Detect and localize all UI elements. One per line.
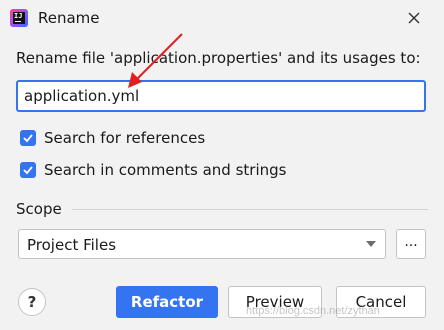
rename-prompt: Rename file 'application.properties' and…: [16, 49, 421, 67]
watermark: https://blog.csdn.net/zythan: [246, 305, 380, 317]
search-references-option[interactable]: Search for references: [20, 128, 205, 148]
intellij-idea-icon: IJ: [10, 9, 28, 27]
search-references-checkbox[interactable]: [20, 130, 36, 146]
checkmark-icon: [23, 166, 33, 175]
help-button[interactable]: ?: [18, 288, 46, 316]
close-icon[interactable]: [404, 8, 424, 28]
dialog-title: Rename: [38, 9, 100, 27]
chevron-down-icon: [366, 241, 376, 247]
search-references-label: Search for references: [44, 129, 206, 147]
rename-dialog: IJ Rename Rename file 'application.prope…: [0, 0, 444, 330]
search-comments-option[interactable]: Search in comments and strings: [20, 160, 286, 180]
scope-selected-value: Project Files: [27, 236, 117, 254]
search-comments-label: Search in comments and strings: [44, 161, 287, 179]
refactor-button[interactable]: Refactor: [116, 286, 218, 318]
scope-divider: [72, 209, 428, 210]
scope-section-title: Scope: [16, 200, 62, 218]
scope-browse-button[interactable]: ...: [396, 229, 426, 259]
annotation-arrow: [128, 33, 183, 88]
search-comments-checkbox[interactable]: [20, 162, 36, 178]
checkmark-icon: [23, 134, 33, 143]
scope-dropdown[interactable]: Project Files: [18, 229, 386, 259]
new-name-input[interactable]: [16, 80, 426, 112]
title-bar: IJ Rename: [0, 0, 444, 36]
